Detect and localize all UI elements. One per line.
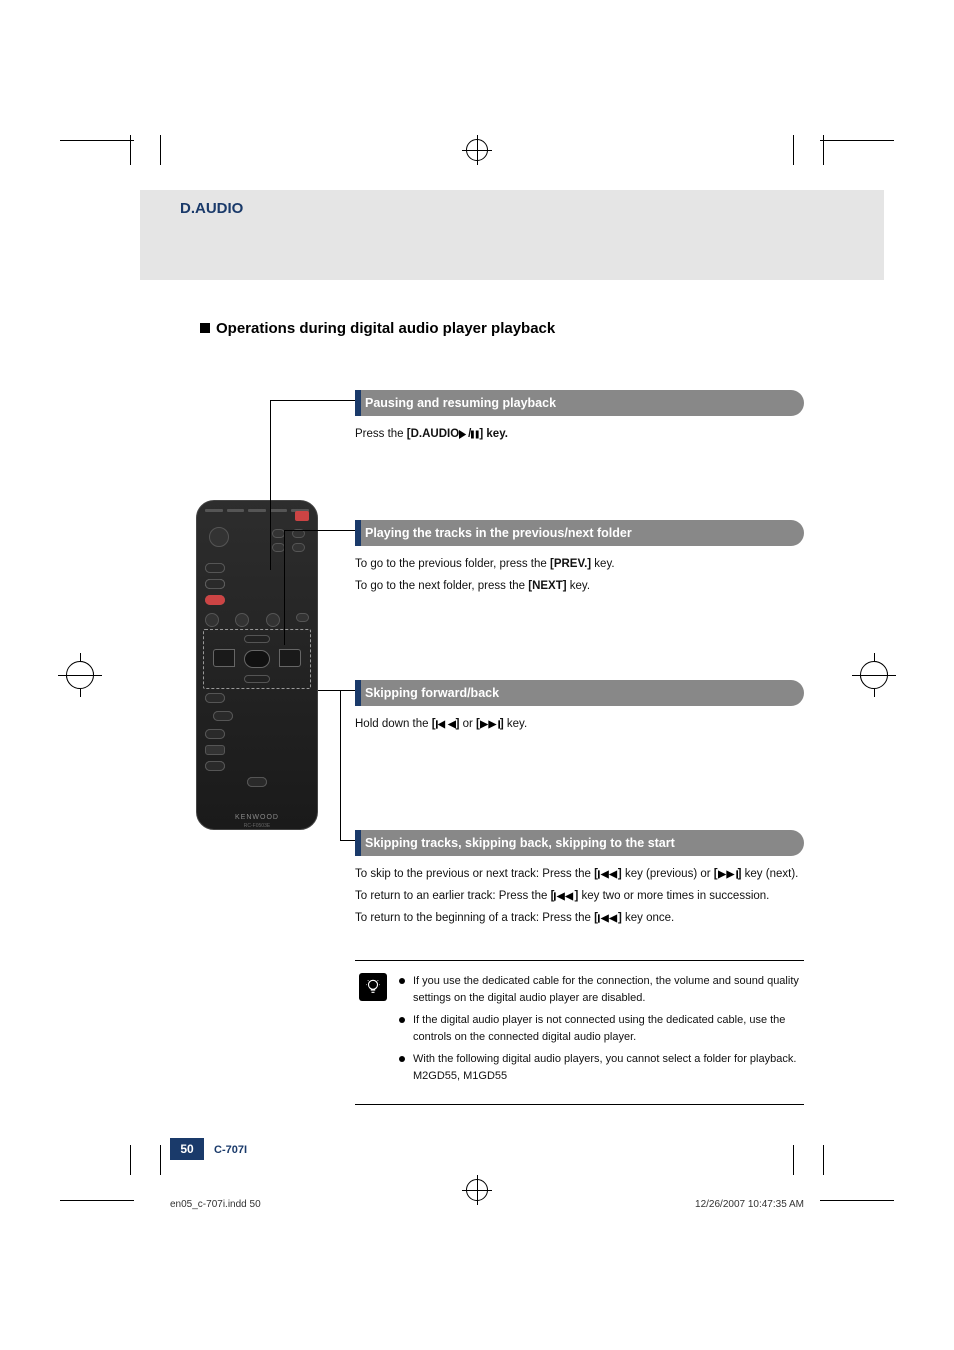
prev-key-icon [213,649,235,667]
tip-item: If you use the dedicated cable for the c… [399,973,804,1006]
remote-control-illustration: KENWOOD RC-F0503E [196,500,318,830]
section-title: Playing the tracks in the previous/next … [355,520,804,546]
body-text: To return to an earlier track: Press the… [355,888,804,906]
tip-item: If the digital audio player is not conne… [399,1012,804,1045]
section-pausing: Pausing and resuming playback Press the … [355,390,804,444]
callout-line [284,530,285,645]
skip-forward-icon [480,720,500,729]
manual-page: D.AUDIO Operations during digital audio … [0,0,954,1350]
footer-model: C-707I [214,1144,247,1156]
skip-back-icon [436,720,456,729]
callout-line [340,840,355,841]
skip-back-icon [554,892,574,901]
lightbulb-icon [359,973,387,1001]
power-icon [295,511,309,521]
page-number: 50 [170,1138,204,1160]
body-text: To go to the next folder, press the [NEX… [355,578,804,596]
callout-line [270,400,355,401]
tip-item: With the following digital audio players… [399,1051,804,1084]
callout-line [340,690,341,840]
skip-back-icon [598,914,618,923]
page-heading: Operations during digital audio player p… [200,320,555,337]
dpad [219,639,295,679]
callout-line [284,530,355,531]
section-skip-forward-back: Skipping forward/back Hold down the [] o… [355,680,804,734]
section-header-title: D.AUDIO [180,200,243,217]
body-text: Hold down the [] or [] key. [355,716,804,734]
skip-forward-icon [718,870,738,879]
body-text: Press the [D.AUDIO/] key. [355,426,804,444]
play-icon [459,430,468,439]
remote-brand: KENWOOD [197,814,317,821]
crop-marks-top [0,120,954,180]
section-skip-tracks: Skipping tracks, skipping back, skipping… [355,830,804,927]
tip-box: If you use the dedicated cable for the c… [355,960,804,1105]
body-text: To skip to the previous or next track: P… [355,866,804,884]
callout-line [270,400,271,570]
next-key-icon [279,649,301,667]
section-folder: Playing the tracks in the previous/next … [355,520,804,596]
section-title: Pausing and resuming playback [355,390,804,416]
page-heading-text: Operations during digital audio player p… [216,320,555,337]
callout-line [318,690,355,691]
registration-mark-icon [466,139,488,161]
section-header-band [140,190,884,280]
section-title: Skipping forward/back [355,680,804,706]
section-title: Skipping tracks, skipping back, skipping… [355,830,804,856]
tip-list: If you use the dedicated cable for the c… [399,973,804,1084]
skip-back-icon [598,870,618,879]
crop-marks-bottom [0,1160,954,1220]
body-text: To go to the previous folder, press the … [355,556,804,574]
body-text: To return to the beginning of a track: P… [355,910,804,928]
registration-mark-icon [60,655,100,695]
registration-mark-icon [466,1179,488,1201]
registration-mark-icon [854,655,894,695]
square-bullet-icon [200,323,210,333]
remote-model: RC-F0503E [197,823,317,829]
